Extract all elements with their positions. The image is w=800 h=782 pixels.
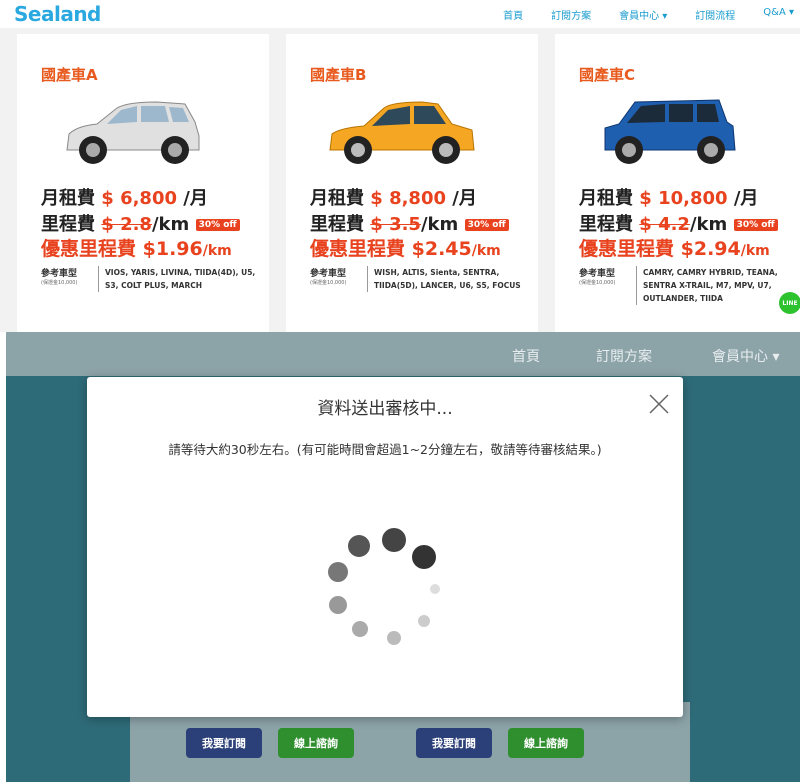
models-note: (保證金10,000) (579, 280, 616, 286)
subscribe-button[interactable]: 我要訂閱 (186, 728, 262, 758)
reference-models: 參考車型 (保證金10,000) CAMRY, CAMRY HYBRID, TE… (579, 266, 787, 305)
promo-label: 優惠里程費 (579, 238, 675, 260)
online-consult-button[interactable]: 線上諮詢 (508, 728, 584, 758)
modal-title: 資料送出審核中... (317, 399, 453, 419)
pricing-screenshot: Sealand 首頁 訂閱方案 會員中心 ▾ 訂閱流程 Q&A ▾ 國產車A 月… (0, 0, 800, 332)
nav-member[interactable]: 會員中心 ▾ (619, 7, 667, 22)
mileage-old-price: $ 2.8 (101, 214, 152, 235)
models-label-block: 參考車型 (保證金10,000) (41, 266, 99, 292)
rent-unit: /月 (733, 188, 759, 209)
mileage-old-price: $ 3.5 (370, 214, 421, 235)
promo-mileage-fee: 優惠里程費 $2.45/km (310, 234, 501, 261)
rent-label: 月租費 (310, 188, 364, 209)
line-chat-icon[interactable]: LINE (779, 292, 800, 314)
subscribe-button[interactable]: 我要訂閱 (416, 728, 492, 758)
discount-badge: 30% off (464, 219, 509, 231)
review-modal: 資料送出審核中... 請等待大約30秒左右。(有可能時間會超過1~2分鐘左右，敬… (87, 377, 683, 717)
models-list: WISH, ALTIS, Sienta, SENTRA, TIIDA(5D), … (374, 268, 521, 290)
close-icon[interactable] (648, 393, 670, 415)
nav-plans[interactable]: 訂閱方案 (551, 7, 591, 22)
mileage-old-price: $ 4.2 (639, 214, 690, 235)
models-note: (保證金10,000) (41, 280, 78, 286)
mileage-fee: 里程費 $ 4.2/km 30% off (579, 210, 778, 236)
mileage-unit: /km (689, 214, 728, 235)
promo-mileage-fee: 優惠里程費 $2.94/km (579, 234, 770, 261)
monthly-rent: 月租費 $ 10,800 /月 (579, 184, 758, 210)
modal-message: 請等待大約30秒左右。(有可能時間會超過1~2分鐘左右，敬請等待審核結果。) (168, 442, 602, 457)
top-navbar: Sealand 首頁 訂閱方案 會員中心 ▾ 訂閱流程 Q&A ▾ (0, 0, 800, 28)
mileage-unit: /km (151, 214, 190, 235)
discount-badge: 30% off (195, 219, 240, 231)
promo-label: 優惠里程費 (310, 238, 406, 260)
site-logo[interactable]: Sealand (14, 2, 101, 26)
models-label: 參考車型 (579, 269, 616, 279)
nav-member[interactable]: 會員中心 ▾ (712, 346, 779, 366)
online-consult-button[interactable]: 線上諮詢 (278, 728, 354, 758)
review-modal-screenshot: 首頁 訂閱方案 會員中心 ▾ 我要訂閱 線上諮詢 我要訂閱 線上諮詢 資料送出審… (0, 332, 800, 782)
plan-card-a: 國產車A 月租費 $ 6,800 /月 里程費 $ 2.8/km 30% off… (17, 34, 269, 332)
models-list: VIOS, YARIS, LIVINA, TIIDA(4D), U5, S3, … (105, 268, 256, 290)
monthly-rent: 月租費 $ 8,800 /月 (310, 184, 477, 210)
nav-plans[interactable]: 訂閱方案 (596, 346, 652, 366)
loading-spinner-icon (328, 528, 440, 645)
models-list: CAMRY, CAMRY HYBRID, TEANA, SENTRA X-TRA… (643, 268, 778, 303)
models-label: 參考車型 (41, 269, 78, 279)
plan-title: 國產車C (579, 66, 636, 84)
plan-title: 國產車B (310, 66, 367, 84)
discount-badge: 30% off (733, 219, 778, 231)
promo-mileage-fee: 優惠里程費 $1.96/km (41, 234, 232, 261)
promo-value: $1.96 (142, 238, 203, 260)
promo-value: $2.94 (680, 238, 741, 260)
suv-car-image (604, 99, 736, 164)
models-label: 參考車型 (310, 269, 347, 279)
nav-process[interactable]: 訂閱流程 (695, 7, 735, 22)
promo-value: $2.45 (411, 238, 472, 260)
rent-value: $ 10,800 (639, 188, 728, 209)
rent-value: $ 6,800 (101, 188, 178, 209)
hatchback-car-image (66, 101, 200, 164)
plan-card-c: 國產車C 月租費 $ 10,800 /月 里程費 $ 4.2/km 30% of… (555, 34, 800, 332)
mileage-fee: 里程費 $ 2.8/km 30% off (41, 210, 240, 236)
top-nav-links: 首頁 訂閱方案 會員中心 ▾ 訂閱流程 Q&A ▾ (503, 7, 800, 22)
promo-unit: /km (471, 243, 501, 259)
promo-label: 優惠里程費 (41, 238, 137, 260)
sedan-car-image (329, 101, 475, 164)
rent-unit: /月 (183, 188, 208, 209)
plan-card-b: 國產車B 月租費 $ 8,800 /月 里程費 $ 3.5/km 30% off… (286, 34, 538, 332)
promo-unit: /km (202, 243, 232, 259)
rent-label: 月租費 (41, 188, 95, 209)
rent-label: 月租費 (579, 188, 633, 209)
dimmed-navbar: 首頁 訂閱方案 會員中心 ▾ (6, 332, 800, 376)
mileage-label: 里程費 (310, 214, 364, 235)
reference-models: 參考車型 (保證金10,000) VIOS, YARIS, LIVINA, TI… (41, 266, 259, 292)
nav-home[interactable]: 首頁 (503, 7, 523, 22)
nav-home[interactable]: 首頁 (512, 346, 540, 366)
monthly-rent: 月租費 $ 6,800 /月 (41, 184, 208, 210)
models-note: (保證金10,000) (310, 280, 347, 286)
promo-unit: /km (740, 243, 770, 259)
nav-qa[interactable]: Q&A ▾ (763, 7, 794, 22)
models-label-block: 參考車型 (保證金10,000) (310, 266, 368, 292)
reference-models: 參考車型 (保證金10,000) WISH, ALTIS, Sienta, SE… (310, 266, 528, 292)
rent-unit: /月 (452, 188, 477, 209)
mileage-label: 里程費 (579, 214, 633, 235)
mileage-unit: /km (420, 214, 459, 235)
mileage-label: 里程費 (41, 214, 95, 235)
mileage-fee: 里程費 $ 3.5/km 30% off (310, 210, 509, 236)
plan-title: 國產車A (41, 66, 98, 84)
rent-value: $ 8,800 (370, 188, 447, 209)
models-label-block: 參考車型 (保證金10,000) (579, 266, 637, 305)
